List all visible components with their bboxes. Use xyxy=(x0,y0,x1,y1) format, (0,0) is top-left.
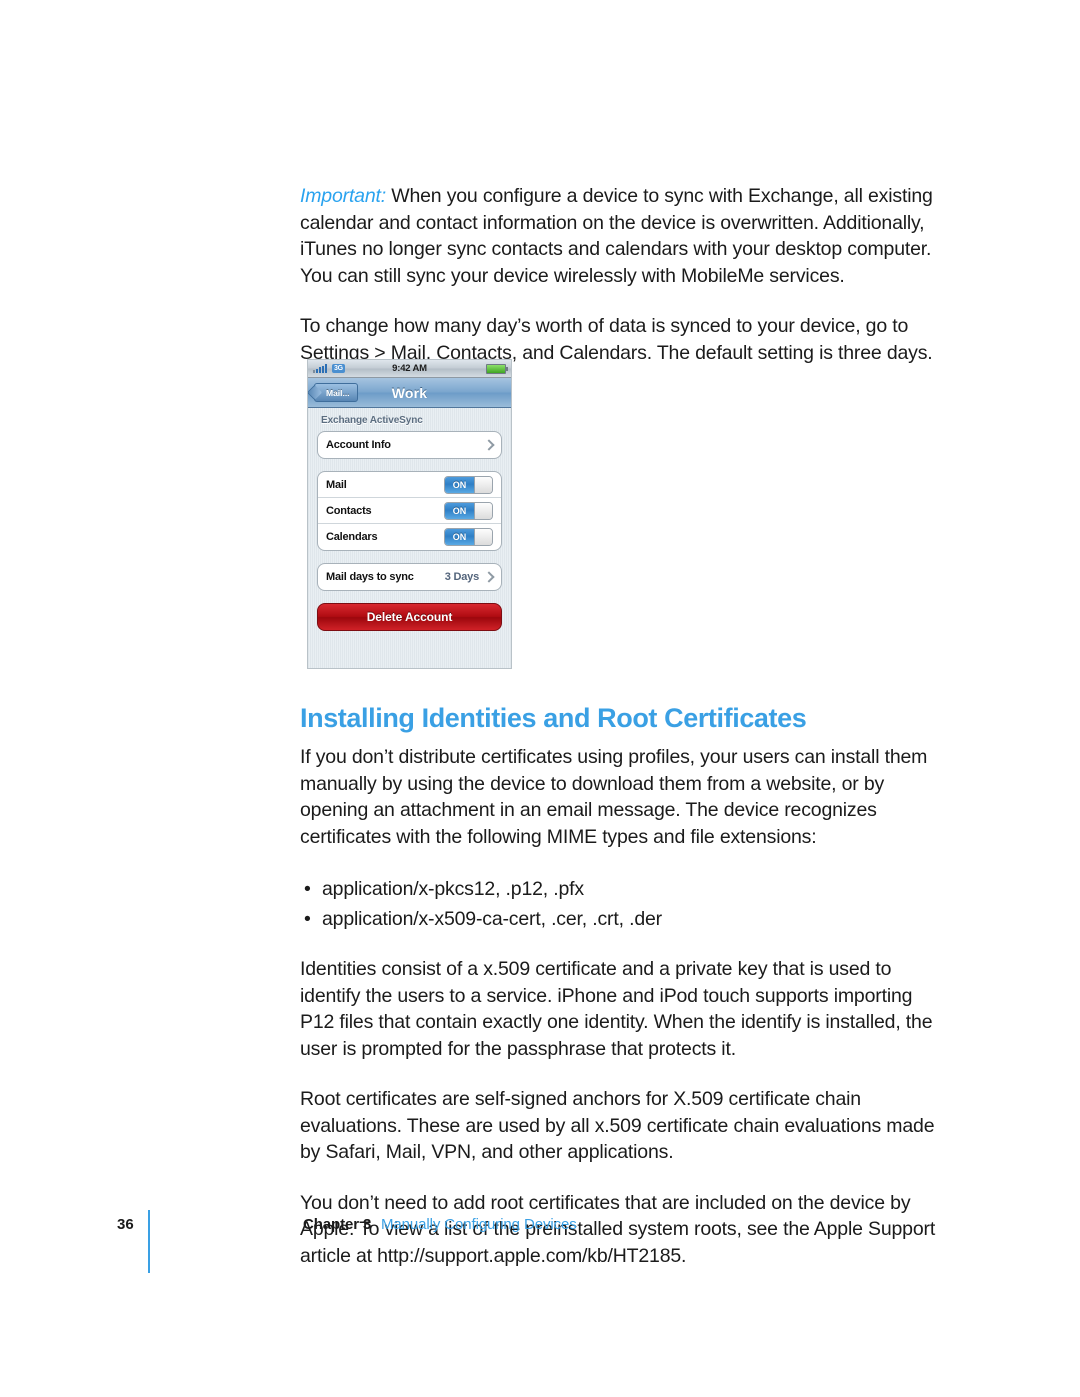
battery-icon xyxy=(486,363,508,374)
toggle-knob xyxy=(474,502,492,519)
footer-divider xyxy=(148,1210,150,1273)
important-body-text: When you configure a device to sync with… xyxy=(300,185,933,287)
nav-bar-title: Work xyxy=(391,384,428,401)
status-bar-clock: 9:42 AM xyxy=(392,363,427,374)
row-label: Account Info xyxy=(326,439,391,451)
toggle-knob xyxy=(474,529,492,545)
toggle-on-label: ON xyxy=(445,529,474,545)
mime-type-list: application/x-pkcs12, .p12, .pfx applica… xyxy=(300,874,940,934)
row-account-info[interactable]: Account Info xyxy=(318,432,501,458)
toggle-calendars[interactable]: ON xyxy=(444,528,493,546)
iphone-nav-bar: Mail... Work xyxy=(308,378,511,408)
delete-account-button[interactable]: Delete Account xyxy=(317,603,502,631)
group-header-exchange: Exchange ActiveSync xyxy=(321,415,423,426)
page-number: 36 xyxy=(117,1216,134,1233)
footer-chapter-label: Chapter 3 xyxy=(303,1216,372,1233)
row-label: Mail days to sync xyxy=(326,571,414,583)
account-info-group: Account Info xyxy=(317,431,502,459)
paragraph-important: Important: When you configure a device t… xyxy=(300,183,940,289)
page-title: Installing Identities and Root Certifica… xyxy=(300,703,807,733)
iphone-screenshot-figure: 3G 9:42 AM Mail... Work Exchange ActiveS… xyxy=(307,359,512,669)
row-label: Calendars xyxy=(326,531,378,543)
row-calendars[interactable]: Calendars ON xyxy=(318,524,501,550)
row-mail-days-to-sync[interactable]: Mail days to sync 3 Days xyxy=(318,564,501,590)
document-page: Important: When you configure a device t… xyxy=(0,0,1080,1397)
chevron-right-icon xyxy=(483,439,495,451)
toggle-knob xyxy=(474,476,492,493)
row-label: Mail xyxy=(326,478,347,491)
important-lead-label: Important: xyxy=(300,185,386,207)
row-value: 3 Days xyxy=(444,571,479,583)
paragraph-certificate-intro: If you don’t distribute certificates usi… xyxy=(300,746,928,848)
sync-toggles-group: Mail ON Contacts ON Calendars ON xyxy=(317,471,502,551)
list-item: application/x-x509-ca-cert, .cer, .crt, … xyxy=(300,904,940,934)
paragraph-identities: Identities consist of a x.509 certificat… xyxy=(300,958,933,1060)
row-label: Contacts xyxy=(326,504,372,517)
toggle-mail[interactable]: ON xyxy=(444,475,493,494)
page-content: Important: When you configure a device t… xyxy=(300,183,940,1293)
toggle-contacts[interactable]: ON xyxy=(444,501,493,520)
chevron-right-icon xyxy=(483,571,495,583)
page-footer: 36 Chapter 3 Manually Configuring Device… xyxy=(0,1210,1080,1290)
row-mail[interactable]: Mail ON xyxy=(318,472,501,498)
toggle-on-label: ON xyxy=(445,502,474,519)
paragraph-root-certificates: Root certificates are self-signed anchor… xyxy=(300,1088,935,1163)
iphone-status-bar: 3G 9:42 AM xyxy=(308,360,511,378)
mail-days-group: Mail days to sync 3 Days xyxy=(317,563,502,591)
toggle-on-label: ON xyxy=(445,476,474,493)
list-item: application/x-pkcs12, .p12, .pfx xyxy=(300,874,940,904)
row-contacts[interactable]: Contacts ON xyxy=(318,498,501,524)
iphone-settings-screen: Exchange ActiveSync Account Info Mail ON xyxy=(308,408,511,668)
footer-chapter-title: Manually Configuring Devices xyxy=(381,1216,577,1233)
